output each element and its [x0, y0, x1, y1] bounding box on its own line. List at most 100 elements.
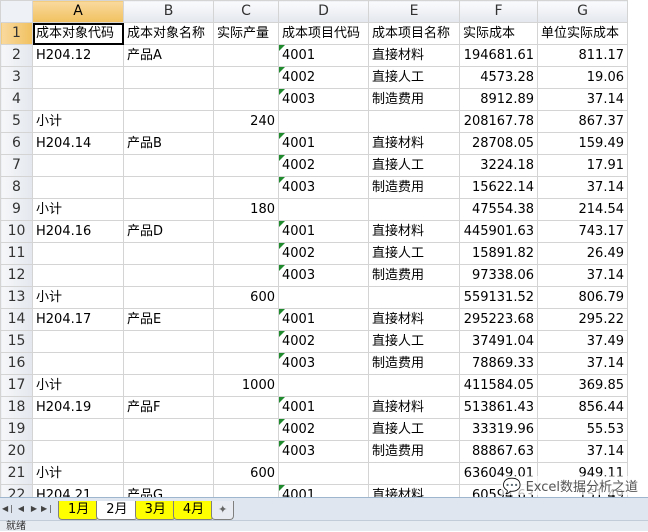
cell-f[interactable]: 8912.89 — [459, 88, 538, 111]
sheet-tab[interactable]: 3月 — [134, 501, 176, 520]
cell-g[interactable]: 37.14 — [537, 352, 628, 375]
cell-d[interactable]: 4002 — [278, 66, 369, 89]
cell-d[interactable]: 4003 — [278, 440, 369, 463]
cell-g[interactable]: 214.54 — [537, 198, 628, 221]
row-header[interactable]: 11 — [0, 242, 33, 265]
cell-a[interactable]: 小计 — [32, 462, 124, 485]
cell-c[interactable]: 600 — [213, 462, 279, 485]
cell-d[interactable]: 4003 — [278, 176, 369, 199]
cell-c[interactable] — [213, 330, 279, 353]
cell-f[interactable]: 295223.68 — [459, 308, 538, 331]
cell-f[interactable]: 47554.38 — [459, 198, 538, 221]
cell-e[interactable] — [368, 110, 460, 133]
cell-g[interactable]: 37.14 — [537, 264, 628, 287]
cell-b[interactable]: 产品G — [123, 484, 214, 497]
header-cell[interactable]: 成本项目代码 — [278, 22, 369, 45]
sheet-tab[interactable]: 4月 — [172, 501, 215, 520]
header-cell[interactable]: 实际成本 — [459, 22, 538, 45]
cell-b[interactable]: 产品B — [123, 132, 214, 155]
cell-b[interactable]: 产品D — [123, 220, 214, 243]
cell-d[interactable] — [278, 198, 369, 221]
cell-d[interactable] — [278, 110, 369, 133]
cell-e[interactable]: 直接材料 — [368, 220, 460, 243]
cell-c[interactable] — [213, 44, 279, 67]
cell-g[interactable]: 55.53 — [537, 418, 628, 441]
cell-b[interactable] — [123, 176, 214, 199]
cell-a[interactable]: 小计 — [32, 374, 124, 397]
cell-e[interactable]: 直接材料 — [368, 396, 460, 419]
header-cell[interactable]: 成本对象名称 — [123, 22, 214, 45]
column-header[interactable]: B — [123, 0, 214, 23]
row-header[interactable]: 7 — [0, 154, 33, 177]
cell-e[interactable]: 直接人工 — [368, 66, 460, 89]
cell-a[interactable]: 小计 — [32, 110, 124, 133]
cell-f[interactable]: 4573.28 — [459, 66, 538, 89]
cell-a[interactable] — [32, 242, 124, 265]
header-cell[interactable]: 单位实际成本 — [537, 22, 628, 45]
cell-e[interactable] — [368, 374, 460, 397]
cell-c[interactable] — [213, 176, 279, 199]
cell-a[interactable]: H204.21 — [32, 484, 124, 497]
cell-e[interactable]: 制造费用 — [368, 440, 460, 463]
cell-a[interactable]: H204.17 — [32, 308, 124, 331]
cell-a[interactable]: H204.19 — [32, 396, 124, 419]
cell-d[interactable]: 4001 — [278, 132, 369, 155]
cell-c[interactable]: 240 — [213, 110, 279, 133]
column-header[interactable]: G — [537, 0, 628, 23]
cell-f[interactable]: 559131.52 — [459, 286, 538, 309]
prev-sheet-icon[interactable]: ◀ — [15, 502, 27, 516]
cell-g[interactable]: 295.22 — [537, 308, 628, 331]
cell-c[interactable] — [213, 154, 279, 177]
column-header[interactable]: E — [368, 0, 460, 23]
row-header[interactable]: 14 — [0, 308, 33, 331]
cell-a[interactable] — [32, 264, 124, 287]
cell-a[interactable] — [32, 88, 124, 111]
cell-b[interactable] — [123, 462, 214, 485]
cell-f[interactable]: 194681.61 — [459, 44, 538, 67]
cell-e[interactable]: 直接人工 — [368, 418, 460, 441]
column-header[interactable]: C — [213, 0, 279, 23]
cell-a[interactable]: H204.12 — [32, 44, 124, 67]
last-sheet-icon[interactable]: ▶❘ — [41, 502, 54, 516]
row-header[interactable]: 6 — [0, 132, 33, 155]
cell-a[interactable] — [32, 352, 124, 375]
cell-e[interactable]: 直接材料 — [368, 484, 460, 497]
cell-e[interactable] — [368, 198, 460, 221]
cell-b[interactable] — [123, 66, 214, 89]
row-header[interactable]: 2 — [0, 44, 33, 67]
row-header[interactable]: 15 — [0, 330, 33, 353]
cell-c[interactable] — [213, 66, 279, 89]
cell-e[interactable]: 制造费用 — [368, 88, 460, 111]
first-sheet-icon[interactable]: ◀❘ — [2, 502, 15, 516]
cell-b[interactable] — [123, 440, 214, 463]
cell-b[interactable] — [123, 264, 214, 287]
row-header[interactable]: 5 — [0, 110, 33, 133]
cell-d[interactable]: 4002 — [278, 330, 369, 353]
header-cell[interactable]: 实际产量 — [213, 22, 279, 45]
cell-e[interactable]: 直接材料 — [368, 132, 460, 155]
cell-c[interactable] — [213, 440, 279, 463]
cell-d[interactable]: 4002 — [278, 154, 369, 177]
cell-e[interactable]: 直接材料 — [368, 44, 460, 67]
cell-e[interactable]: 直接材料 — [368, 308, 460, 331]
cell-d[interactable] — [278, 462, 369, 485]
cell-g[interactable]: 856.44 — [537, 396, 628, 419]
cell-b[interactable]: 产品A — [123, 44, 214, 67]
cell-a[interactable] — [32, 154, 124, 177]
cell-a[interactable] — [32, 330, 124, 353]
cell-a[interactable] — [32, 66, 124, 89]
cell-d[interactable]: 4002 — [278, 418, 369, 441]
cell-c[interactable] — [213, 220, 279, 243]
cell-g[interactable]: 159.49 — [537, 132, 628, 155]
cell-f[interactable]: 15622.14 — [459, 176, 538, 199]
cell-f[interactable]: 88867.63 — [459, 440, 538, 463]
cell-d[interactable]: 4003 — [278, 264, 369, 287]
cell-c[interactable] — [213, 242, 279, 265]
row-header[interactable]: 16 — [0, 352, 33, 375]
cell-c[interactable] — [213, 396, 279, 419]
cell-d[interactable]: 4003 — [278, 88, 369, 111]
cell-c[interactable] — [213, 132, 279, 155]
row-header[interactable]: 9 — [0, 198, 33, 221]
select-all-corner[interactable] — [0, 0, 33, 23]
cell-f[interactable]: 513861.43 — [459, 396, 538, 419]
